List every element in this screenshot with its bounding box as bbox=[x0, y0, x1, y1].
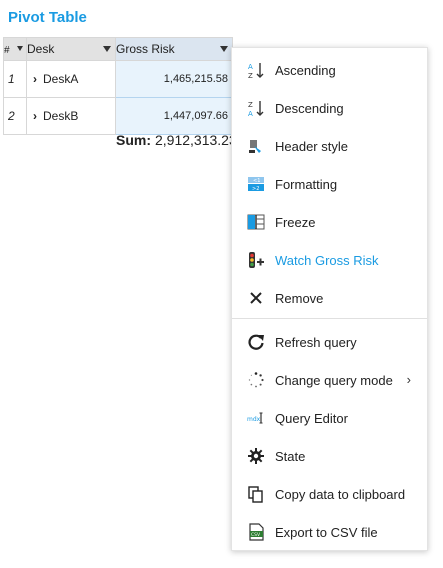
freeze-icon bbox=[247, 213, 265, 231]
row-index: 1 bbox=[3, 60, 27, 98]
menu-item-label: Copy data to clipboard bbox=[275, 486, 406, 502]
desk-cell[interactable]: › DeskB bbox=[26, 97, 116, 135]
menu-item-refresh-query[interactable]: Refresh query bbox=[232, 323, 427, 361]
sort-descending-icon: ZA bbox=[247, 99, 265, 117]
header-gross-risk-label: Gross Risk bbox=[116, 42, 175, 56]
formatting-icon: <1 >2 bbox=[247, 175, 265, 193]
menu-item-label: Ascending bbox=[275, 62, 336, 78]
svg-text:A: A bbox=[248, 110, 253, 117]
menu-item-formatting[interactable]: <1 >2 Formatting bbox=[232, 165, 427, 203]
menu-divider bbox=[232, 318, 427, 319]
gross-risk-cell[interactable]: 1,465,215.58 bbox=[115, 60, 233, 98]
sum-label: Sum: bbox=[116, 132, 151, 148]
gross-risk-cell[interactable]: 1,447,097.66 bbox=[115, 97, 233, 135]
row-index: 2 bbox=[3, 97, 27, 135]
csv-icon: CSV bbox=[247, 523, 265, 541]
context-menu: AZ Ascending ZA Descending Header style … bbox=[231, 47, 428, 551]
svg-text:<1: <1 bbox=[253, 178, 260, 184]
menu-item-label: Descending bbox=[275, 100, 344, 116]
menu-item-copy-data[interactable]: Copy data to clipboard bbox=[232, 475, 427, 513]
sum-footer: Sum: 2,912,313.23 bbox=[116, 132, 237, 148]
spinner-icon bbox=[247, 371, 265, 389]
header-gross-risk[interactable]: Gross Risk bbox=[115, 37, 233, 61]
menu-item-label: Change query mode bbox=[275, 372, 393, 388]
desk-label: DeskA bbox=[43, 72, 79, 86]
svg-text:Z: Z bbox=[248, 101, 253, 109]
header-gross-risk-menu-icon[interactable] bbox=[220, 46, 228, 52]
query-editor-icon: mdx bbox=[247, 409, 265, 427]
gear-icon bbox=[247, 447, 265, 465]
header-index-label: # bbox=[4, 45, 10, 56]
menu-item-state[interactable]: State bbox=[232, 437, 427, 475]
svg-text:Z: Z bbox=[248, 72, 253, 79]
watch-icon bbox=[247, 251, 265, 269]
table-row[interactable]: 2 › DeskB 1,447,097.66 bbox=[3, 97, 233, 135]
close-icon bbox=[247, 289, 265, 307]
sort-ascending-icon: AZ bbox=[247, 61, 265, 79]
svg-text:A: A bbox=[248, 63, 253, 71]
svg-text:CSV: CSV bbox=[251, 532, 261, 538]
svg-text:mdx: mdx bbox=[247, 416, 261, 423]
desk-label: DeskB bbox=[43, 109, 79, 123]
sum-value: 2,912,313.23 bbox=[155, 132, 237, 148]
copy-icon bbox=[247, 485, 265, 503]
expand-chevron-icon[interactable]: › bbox=[33, 109, 37, 123]
header-desk-menu-icon[interactable] bbox=[103, 46, 111, 52]
menu-item-header-style[interactable]: Header style bbox=[232, 127, 427, 165]
menu-item-watch-gross-risk[interactable]: Watch Gross Risk bbox=[232, 241, 427, 279]
header-desk-label: Desk bbox=[27, 42, 55, 56]
menu-item-remove[interactable]: Remove bbox=[232, 279, 427, 317]
header-index-menu-icon[interactable] bbox=[17, 46, 23, 51]
menu-item-label: Remove bbox=[275, 290, 324, 306]
chevron-right-icon: › bbox=[406, 372, 411, 387]
menu-item-descending[interactable]: ZA Descending bbox=[232, 89, 427, 127]
header-style-icon bbox=[247, 137, 265, 155]
menu-item-label: Refresh query bbox=[275, 334, 357, 350]
menu-item-label: Query Editor bbox=[275, 410, 348, 426]
menu-item-label: Header style bbox=[275, 138, 348, 154]
header-desk[interactable]: Desk bbox=[26, 37, 116, 61]
menu-item-query-editor[interactable]: mdx Query Editor bbox=[232, 399, 427, 437]
pivot-table: # Desk Gross Risk 1 › DeskA 1,465,215.58 … bbox=[3, 37, 233, 135]
menu-item-freeze[interactable]: Freeze bbox=[232, 203, 427, 241]
refresh-icon bbox=[247, 333, 265, 351]
menu-item-label: Export to CSV file bbox=[275, 524, 378, 540]
desk-cell[interactable]: › DeskA bbox=[26, 60, 116, 98]
page-title: Pivot Table bbox=[8, 9, 87, 26]
table-row[interactable]: 1 › DeskA 1,465,215.58 bbox=[3, 60, 233, 98]
menu-item-label: Watch Gross Risk bbox=[275, 252, 379, 268]
menu-item-ascending[interactable]: AZ Ascending bbox=[232, 51, 427, 89]
menu-item-change-query-mode[interactable]: Change query mode › bbox=[232, 361, 427, 399]
header-index[interactable]: # bbox=[3, 37, 27, 61]
svg-text:>2: >2 bbox=[252, 186, 259, 192]
menu-item-label: Formatting bbox=[275, 176, 338, 192]
menu-item-label: Freeze bbox=[275, 214, 316, 230]
menu-item-label: State bbox=[275, 448, 306, 464]
menu-item-export-csv[interactable]: CSV Export to CSV file bbox=[232, 513, 427, 551]
expand-chevron-icon[interactable]: › bbox=[33, 72, 37, 86]
